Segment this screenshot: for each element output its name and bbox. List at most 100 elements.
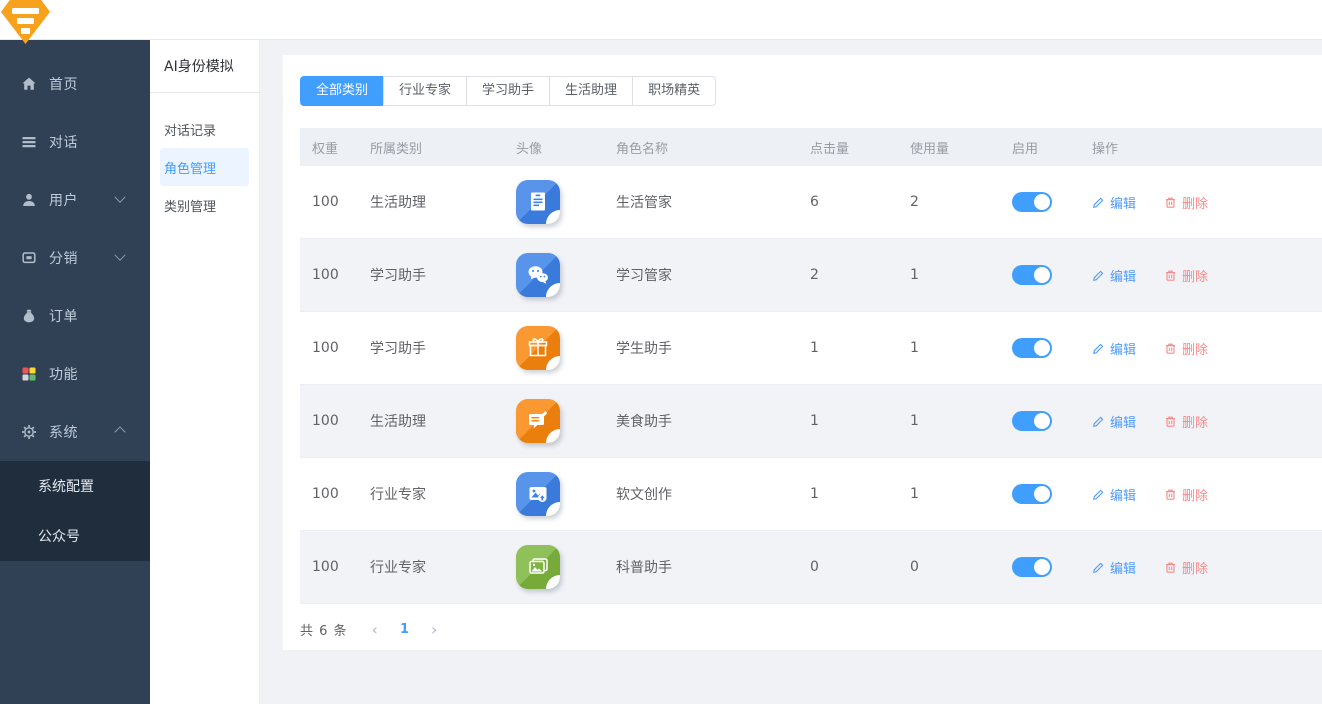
secondary-menu: 对话记录角色管理类别管理	[150, 110, 259, 224]
photos-avatar	[516, 545, 560, 589]
table-header: 权重所属类别头像角色名称点击量使用量启用操作	[300, 128, 1322, 166]
sidebar-subitem-系统配置[interactable]: 系统配置	[0, 461, 150, 511]
avatar-cell	[504, 239, 604, 311]
avatar-cell	[504, 312, 604, 384]
chevron-down-icon	[114, 250, 125, 261]
roles-table: 权重所属类别头像角色名称点击量使用量启用操作 100 生活助理 生活管家 6 2…	[300, 128, 1322, 604]
delete-label: 删除	[1182, 485, 1208, 504]
table-row: 100 学习助手 学生助手 1 1 编辑 删除	[300, 312, 1322, 385]
edit-label: 编辑	[1110, 485, 1136, 504]
sidebar-item-label: 功能	[49, 364, 78, 384]
pencil-icon	[1092, 488, 1105, 501]
pencil-icon	[1092, 269, 1105, 282]
actions-cell: 编辑 删除	[1080, 458, 1322, 530]
moneybag-icon	[20, 308, 37, 325]
imgup-avatar	[516, 472, 560, 516]
delete-button[interactable]: 删除	[1164, 558, 1208, 577]
delete-button[interactable]: 删除	[1164, 339, 1208, 358]
tab-行业专家[interactable]: 行业专家	[383, 76, 467, 106]
edit-button[interactable]: 编辑	[1092, 193, 1136, 212]
clicks-cell: 6	[798, 166, 898, 238]
edit-button[interactable]: 编辑	[1092, 485, 1136, 504]
edit-label: 编辑	[1110, 412, 1136, 431]
menu-item-角色管理[interactable]: 角色管理	[160, 148, 249, 186]
category-cell: 行业专家	[358, 531, 504, 603]
avatar-cell	[504, 531, 604, 603]
sidebar-subitem-公众号[interactable]: 公众号	[0, 511, 150, 561]
delete-button[interactable]: 删除	[1164, 193, 1208, 212]
table-row: 100 行业专家 科普助手 0 0 编辑 删除	[300, 531, 1322, 604]
enable-toggle[interactable]	[1012, 338, 1052, 358]
edit-button[interactable]: 编辑	[1092, 339, 1136, 358]
edit-button[interactable]: 编辑	[1092, 266, 1136, 285]
tab-学习助手[interactable]: 学习助手	[466, 76, 550, 106]
menu-item-对话记录[interactable]: 对话记录	[160, 110, 249, 148]
chevron-up-icon	[114, 426, 125, 437]
sidebar-item-distribution[interactable]: 分销	[0, 229, 150, 287]
sidebar-item-system[interactable]: 系统	[0, 403, 150, 461]
edit-button[interactable]: 编辑	[1092, 558, 1136, 577]
table-row: 100 学习助手 学习管家 2 1 编辑 删除	[300, 239, 1322, 312]
role-name-cell: 生活管家	[604, 166, 798, 238]
column-header-启用: 启用	[1000, 128, 1080, 166]
table-body: 100 生活助理 生活管家 6 2 编辑 删除 100 学习助手 学习管家 2 …	[300, 166, 1322, 604]
tab-全部类别[interactable]: 全部类别	[300, 76, 384, 106]
clicks-cell: 1	[798, 458, 898, 530]
pagination-prev-button[interactable]: ‹	[362, 620, 388, 639]
trash-icon	[1164, 561, 1177, 574]
tab-生活助理[interactable]: 生活助理	[549, 76, 633, 106]
enable-toggle[interactable]	[1012, 192, 1052, 212]
sidebar-item-label: 对话	[49, 132, 78, 152]
wechat-avatar	[516, 253, 560, 297]
clicks-cell: 1	[798, 385, 898, 457]
pencil-icon	[1092, 342, 1105, 355]
edit-button[interactable]: 编辑	[1092, 412, 1136, 431]
column-header-使用量: 使用量	[898, 128, 1000, 166]
sidebar-item-orders[interactable]: 订单	[0, 287, 150, 345]
role-name-cell: 科普助手	[604, 531, 798, 603]
delete-button[interactable]: 删除	[1164, 485, 1208, 504]
weight-cell: 100	[300, 531, 358, 603]
chevron-down-icon	[114, 192, 125, 203]
enable-toggle[interactable]	[1012, 557, 1052, 577]
clicks-cell: 2	[798, 239, 898, 311]
sidebar-item-label: 分销	[49, 248, 78, 268]
secondary-sidebar: AI身份模拟 对话记录角色管理类别管理	[150, 40, 260, 704]
pagination-next-button[interactable]: ›	[421, 620, 447, 639]
enable-toggle[interactable]	[1012, 265, 1052, 285]
delete-button[interactable]: 删除	[1164, 266, 1208, 285]
delete-label: 删除	[1182, 558, 1208, 577]
main-sidebar: 首页 对话 用户 分销 订单 功能 系统 系统配置公众号	[0, 40, 150, 704]
column-header-所属类别: 所属类别	[358, 128, 504, 166]
sidebar-item-label: 首页	[49, 74, 78, 94]
menu-item-类别管理[interactable]: 类别管理	[160, 186, 249, 224]
sidebar-item-chat[interactable]: 对话	[0, 113, 150, 171]
sidebar-item-users[interactable]: 用户	[0, 171, 150, 229]
avatar-cell	[504, 385, 604, 457]
category-cell: 学习助手	[358, 239, 504, 311]
enable-cell	[1000, 531, 1080, 603]
enable-toggle[interactable]	[1012, 411, 1052, 431]
sidebar-item-features[interactable]: 功能	[0, 345, 150, 403]
sidebar-item-home[interactable]: 首页	[0, 55, 150, 113]
pagination-page-1[interactable]: 1	[388, 622, 421, 637]
sidebar-submenu: 系统配置公众号	[0, 461, 150, 561]
table-row: 100 生活助理 美食助手 1 1 编辑 删除	[300, 385, 1322, 458]
edit-label: 编辑	[1110, 193, 1136, 212]
doc-avatar	[516, 180, 560, 224]
delete-button[interactable]: 删除	[1164, 412, 1208, 431]
enable-cell	[1000, 458, 1080, 530]
tab-职场精英[interactable]: 职场精英	[632, 76, 716, 106]
gear-icon	[20, 424, 37, 441]
trash-icon	[1164, 269, 1177, 282]
clicks-cell: 1	[798, 312, 898, 384]
actions-cell: 编辑 删除	[1080, 239, 1322, 311]
actions-cell: 编辑 删除	[1080, 385, 1322, 457]
logo-bar	[17, 18, 34, 24]
category-cell: 学习助手	[358, 312, 504, 384]
avatar-cell	[504, 166, 604, 238]
enable-toggle[interactable]	[1012, 484, 1052, 504]
usage-cell: 1	[898, 385, 1000, 457]
column-header-角色名称: 角色名称	[604, 128, 798, 166]
role-name-cell: 学生助手	[604, 312, 798, 384]
